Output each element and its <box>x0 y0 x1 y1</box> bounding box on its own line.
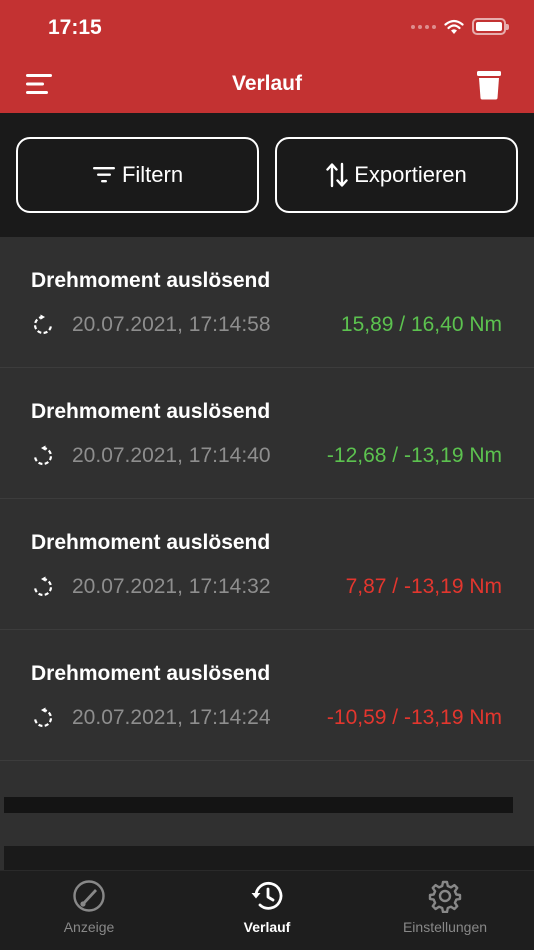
list-item[interactable]: Drehmoment auslösend 20.07.2021, 17:14:2… <box>0 630 534 761</box>
item-torque-value: 15,89 / 16,40 Nm <box>340 313 502 336</box>
item-timestamp: 20.07.2021, 17:14:32 <box>72 575 271 598</box>
item-torque-value: -12,68 / -13,19 Nm <box>326 444 502 467</box>
export-label: Exportieren <box>354 162 467 187</box>
tab-einstellungen[interactable]: Einstellungen <box>356 879 534 935</box>
tab-anzeige[interactable]: Anzeige <box>0 879 178 935</box>
rotate-counterclockwise-icon <box>33 445 53 466</box>
tab-verlauf[interactable]: Verlauf <box>178 879 356 935</box>
page-title: Verlauf <box>231 72 303 95</box>
item-timestamp: 20.07.2021, 17:14:40 <box>72 444 271 467</box>
list-item[interactable]: Drehmoment auslösend 20.07.2021, 17:14:3… <box>0 499 534 630</box>
action-toolbar: Filtern Exportieren <box>0 113 534 237</box>
status-indicators <box>411 18 509 35</box>
item-title: Drehmoment auslösend <box>31 400 271 423</box>
redacted-region <box>4 797 513 813</box>
signal-icon <box>411 24 436 29</box>
filter-label: Filtern <box>121 162 184 187</box>
filter-button[interactable]: Filtern <box>16 137 259 213</box>
history-list: Drehmoment auslösend 20.07.2021, 17:14:5… <box>0 237 534 870</box>
history-icon <box>251 881 283 910</box>
item-title: Drehmoment auslösend <box>31 662 271 685</box>
item-timestamp: 20.07.2021, 17:14:24 <box>72 706 271 729</box>
tab-bar: Anzeige Verlauf Einstellungen <box>0 870 534 950</box>
tab-label: Einstellungen <box>402 919 488 935</box>
tab-label: Verlauf <box>243 919 291 935</box>
gear-icon <box>428 880 462 913</box>
item-torque-value: 7,87 / -13,19 Nm <box>345 575 502 598</box>
export-button[interactable]: Exportieren <box>275 137 518 213</box>
battery-icon <box>472 18 509 35</box>
redacted-region <box>4 846 534 870</box>
item-title: Drehmoment auslösend <box>31 269 271 292</box>
item-torque-value: -10,59 / -13,19 Nm <box>326 706 502 729</box>
tab-label: Anzeige <box>63 919 115 935</box>
rotate-counterclockwise-icon <box>33 707 53 728</box>
filter-icon <box>92 167 115 183</box>
item-title: Drehmoment auslösend <box>31 531 271 554</box>
list-item[interactable]: Drehmoment auslösend 20.07.2021, 17:14:4… <box>0 368 534 499</box>
status-time: 17:15 <box>48 16 102 39</box>
app-header: 17:15 Verlauf <box>0 0 534 113</box>
gauge-icon <box>73 880 105 912</box>
wifi-icon <box>444 19 464 34</box>
rotate-clockwise-icon <box>33 314 53 335</box>
item-timestamp: 20.07.2021, 17:14:58 <box>72 313 271 336</box>
rotate-counterclockwise-icon <box>33 576 53 597</box>
list-item[interactable]: Drehmoment auslösend 20.07.2021, 17:14:5… <box>0 237 534 368</box>
sort-arrows-icon <box>326 162 348 188</box>
trash-icon[interactable] <box>476 70 502 100</box>
